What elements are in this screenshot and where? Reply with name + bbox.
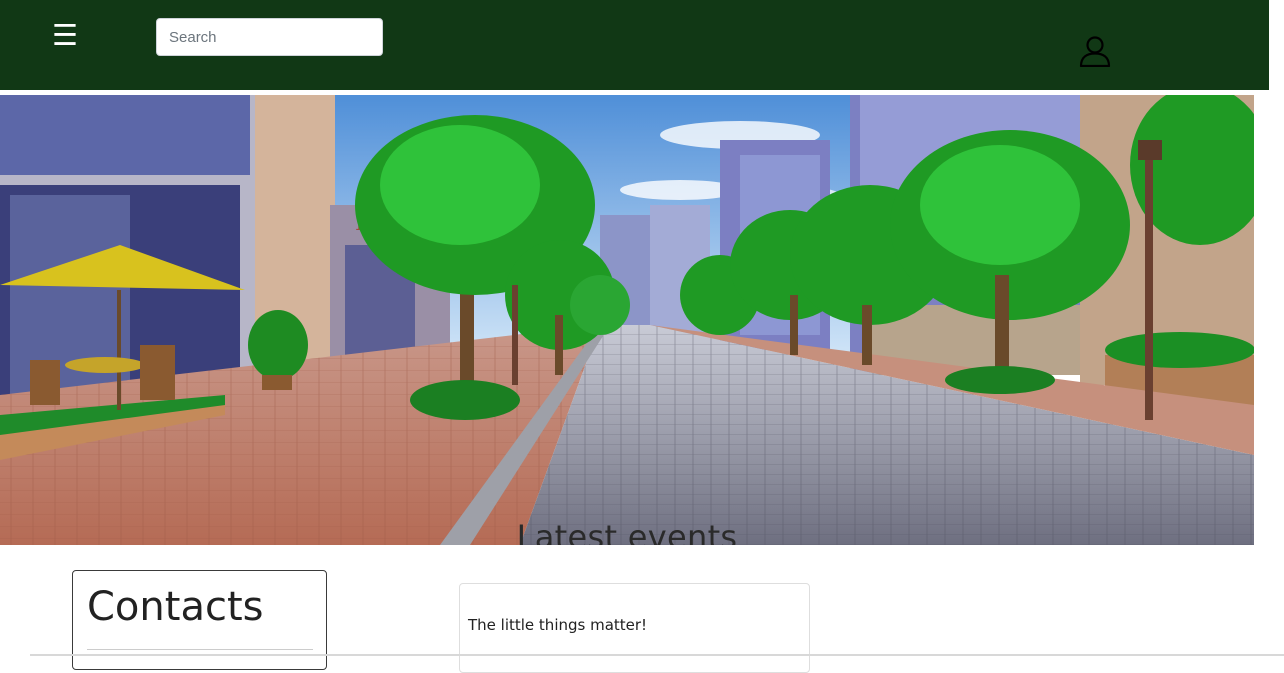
hamburger-menu-icon[interactable]: ☰ bbox=[50, 19, 80, 51]
event-card: The little things matter! bbox=[459, 583, 810, 673]
top-navbar: ☰ bbox=[0, 0, 1269, 90]
contacts-title: Contacts bbox=[87, 584, 264, 630]
event-text: The little things matter! bbox=[468, 616, 648, 634]
street-scene-image: D bbox=[0, 95, 1254, 545]
hero-banner: D bbox=[0, 95, 1254, 545]
search-input[interactable] bbox=[156, 18, 383, 56]
contacts-divider bbox=[87, 649, 313, 650]
hero-title: Latest events bbox=[516, 518, 738, 545]
user-profile-icon[interactable] bbox=[1078, 35, 1112, 67]
